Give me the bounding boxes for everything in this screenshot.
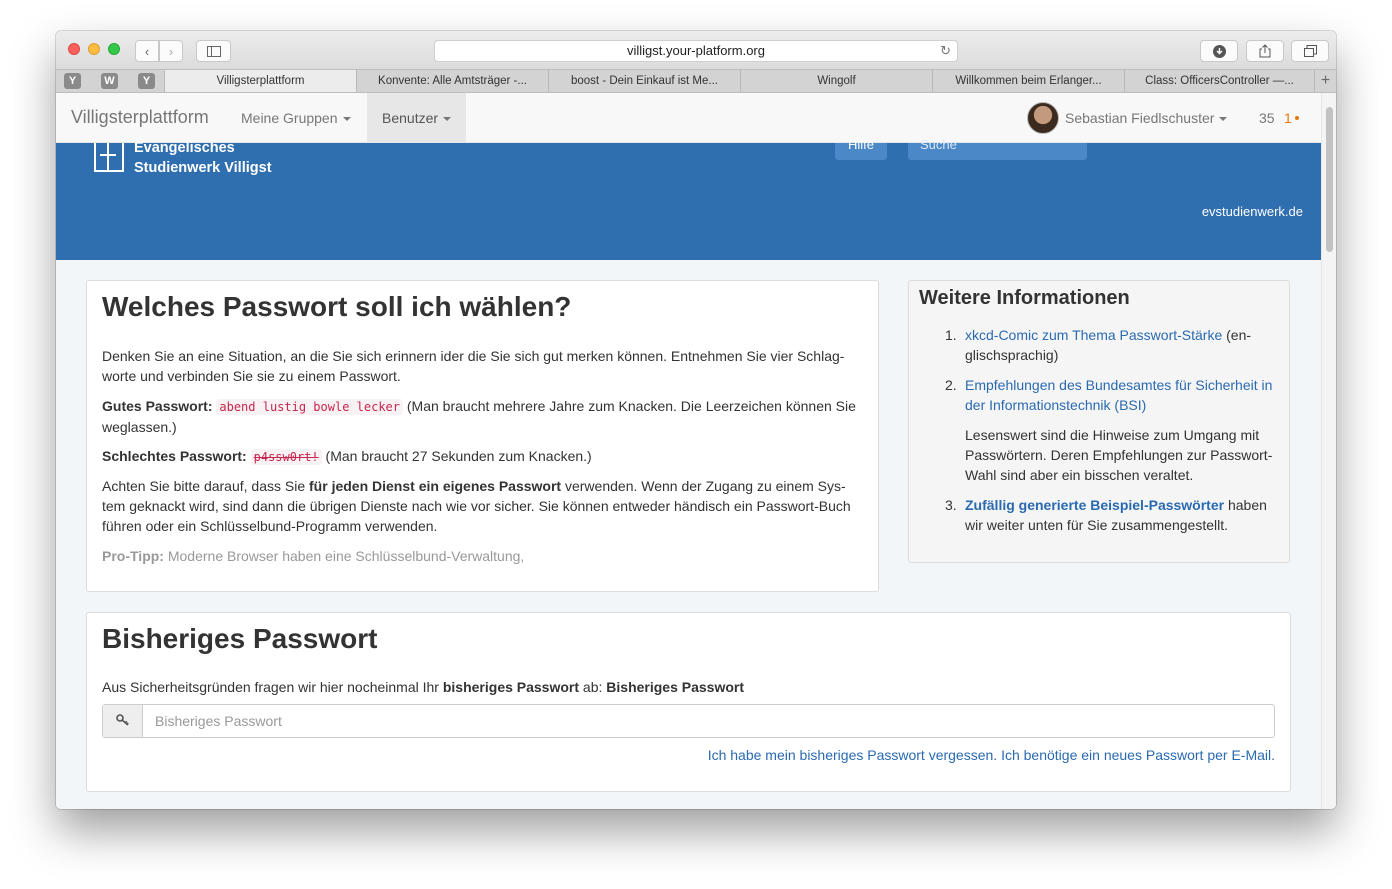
sidebar-toggle-button[interactable] bbox=[196, 40, 231, 62]
zoom-window-button[interactable] bbox=[108, 43, 120, 55]
forgot-password-link[interactable]: Ich habe mein bisheriges Passwort verges… bbox=[708, 747, 1275, 763]
old-password-input-group bbox=[102, 704, 1275, 738]
old-password-field-label: Bisheriges Passwort bbox=[606, 679, 745, 695]
old-password-label-bold: bisheriges Passwort bbox=[442, 679, 580, 695]
tab-konvente[interactable]: Konvente: Alle Amtsträger -... bbox=[356, 70, 548, 92]
top-navbar: Villigsterplattform Meine Gruppen Benutz… bbox=[56, 93, 1321, 143]
old-password-label: Aus Sicherheitsgründen fragen wir hier n… bbox=[102, 679, 744, 695]
list-item: 2. Empfehlungen des Bundesamtes für Sich… bbox=[945, 375, 1283, 485]
main-content: Welches Passwort soll ich wählen? Denken… bbox=[56, 260, 1321, 809]
tab-wingolf[interactable]: Wingolf bbox=[740, 70, 932, 92]
site-logo-text[interactable]: Evangelisches Studienwerk Villigst bbox=[134, 138, 272, 178]
share-icon bbox=[1259, 44, 1271, 58]
tab-overview-button[interactable] bbox=[1291, 40, 1329, 62]
user-menu[interactable]: Sebastian Fiedlschuster bbox=[1065, 93, 1228, 143]
avatar[interactable] bbox=[1027, 102, 1059, 134]
scrollbar-thumb[interactable] bbox=[1326, 107, 1333, 252]
nav-my-groups-label: Meine Gruppen bbox=[241, 110, 338, 126]
old-password-panel: Bisheriges Passwort Aus Sicherheitsgründ… bbox=[86, 612, 1291, 792]
bad-password-label: Schlechtes Passwort: bbox=[102, 448, 247, 464]
xkcd-link[interactable]: xkcd-Comic zum Thema Passwort-Stärke bbox=[965, 327, 1222, 343]
chevron-left-icon: ‹ bbox=[144, 43, 150, 59]
browser-toolbar: ‹ › villigst.your-platform.org ↻ bbox=[56, 31, 1336, 69]
brand-link[interactable]: Villigsterplattform bbox=[71, 107, 209, 128]
bsi-note: Lesenswert sind die Hinweise zum Umgang … bbox=[965, 427, 1273, 483]
logo-line-1: Evangelisches bbox=[134, 140, 235, 156]
pinned-tab-3[interactable]: Y bbox=[138, 73, 155, 89]
key-icon bbox=[103, 705, 143, 737]
more-info-list: 1. xkcd-Comic zum Thema Passwort-Stärke … bbox=[945, 325, 1283, 545]
villigst-logo-icon[interactable] bbox=[94, 143, 124, 172]
share-button[interactable] bbox=[1246, 40, 1284, 62]
page-scrollbar[interactable] bbox=[1321, 93, 1336, 809]
pinned-tab-2[interactable]: W bbox=[101, 73, 118, 89]
old-password-label-mid: ab: bbox=[582, 679, 603, 695]
caret-down-icon bbox=[342, 117, 351, 122]
example-passwords-link[interactable]: Zufällig generierte Beispiel-Passwörter bbox=[965, 497, 1224, 513]
notification-count[interactable]: 35 bbox=[1259, 93, 1275, 143]
user-name: Sebastian Fiedlschuster bbox=[1065, 110, 1215, 126]
caret-down-icon bbox=[1219, 117, 1228, 122]
back-button[interactable]: ‹ bbox=[135, 40, 159, 62]
password-choice-panel: Welches Passwort soll ich wählen? Denken… bbox=[86, 280, 879, 592]
tab-boost[interactable]: boost - Dein Einkauf ist Me... bbox=[548, 70, 740, 92]
tab-villigsterplattform[interactable]: Villigsterplattform bbox=[164, 70, 356, 92]
chevron-right-icon: › bbox=[168, 43, 174, 59]
old-password-input[interactable] bbox=[143, 705, 1273, 737]
pro-tip-text: Pro-Tipp: Moderne Browser haben eine Sch… bbox=[102, 546, 862, 566]
password-choice-title: Welches Passwort soll ich wählen? bbox=[102, 291, 572, 322]
tab-erlanger[interactable]: Willkommen beim Erlanger... bbox=[932, 70, 1124, 92]
search-input[interactable]: Suche bbox=[908, 138, 1087, 160]
close-window-button[interactable] bbox=[68, 43, 80, 55]
old-password-title: Bisheriges Passwort bbox=[102, 623, 378, 654]
downloads-button[interactable] bbox=[1200, 40, 1238, 62]
new-tab-button[interactable]: + bbox=[1314, 70, 1336, 92]
bad-password-text: Schlechtes Passwort: p4ssw0rt! (Man brau… bbox=[102, 446, 862, 467]
good-password-label: Gutes Passwort: bbox=[102, 398, 213, 414]
tabs-icon bbox=[1303, 45, 1317, 57]
caret-down-icon bbox=[443, 117, 452, 122]
notification-dot-icon bbox=[1295, 116, 1299, 120]
old-password-label-pre: Aus Sicherheitsgründen fragen wir hier n… bbox=[102, 679, 439, 695]
page-viewport: Villigsterplattform Meine Gruppen Benutz… bbox=[56, 93, 1336, 809]
good-password-text: Gutes Passwort: abend lustig bowle lecke… bbox=[102, 396, 862, 437]
tab-officers-controller[interactable]: Class: OfficersController —... bbox=[1124, 70, 1314, 92]
pro-tip-label: Pro-Tipp: bbox=[102, 548, 164, 564]
logo-line-2: Studienwerk Villigst bbox=[134, 160, 272, 176]
reload-icon[interactable]: ↻ bbox=[940, 41, 951, 61]
intro-text: Denken Sie an eine Situation, an die Sie… bbox=[102, 348, 845, 384]
bsi-link[interactable]: Empfehlungen des Bundesamtes für Sicherh… bbox=[965, 377, 1272, 413]
url-text: villigst.your-platform.org bbox=[627, 43, 765, 58]
minimize-window-button[interactable] bbox=[88, 43, 100, 55]
more-info-panel: Weitere Informationen 1. xkcd-Comic zum … bbox=[908, 280, 1290, 563]
download-icon bbox=[1212, 44, 1226, 58]
site-header: Evangelisches Studienwerk Villigst Hilfe… bbox=[56, 138, 1321, 260]
pinned-tab-1[interactable]: Y bbox=[64, 73, 81, 89]
advice-pre: Achten Sie bitte darauf, dass Sie bbox=[102, 478, 306, 494]
list-item: 3. Zufällig generierte Beispiel-Passwört… bbox=[945, 495, 1283, 535]
list-number: 2. bbox=[945, 377, 957, 393]
bad-password-note: (Man braucht 27 Sekunden zum Knacken.) bbox=[325, 448, 592, 464]
sidebar-icon bbox=[206, 45, 221, 57]
advice-bold: für jeden Dienst ein eigenes Passwort bbox=[309, 478, 562, 494]
browser-window: ‹ › villigst.your-platform.org ↻ Y W Y V… bbox=[56, 31, 1336, 809]
nav-users-label: Benutzer bbox=[382, 110, 439, 126]
new-notification-count[interactable]: 1 bbox=[1284, 93, 1292, 143]
list-item: 1. xkcd-Comic zum Thema Passwort-Stärke … bbox=[945, 325, 1283, 365]
nav-my-groups[interactable]: Meine Gruppen bbox=[226, 93, 366, 143]
list-number: 1. bbox=[945, 327, 957, 343]
evstudienwerk-link[interactable]: evstudienwerk.de bbox=[1202, 204, 1303, 219]
good-password-example: abend lustig bowle lecker bbox=[216, 399, 403, 415]
advice-text: Achten Sie bitte darauf, dass Sie für je… bbox=[102, 476, 862, 536]
more-info-title: Weitere Informationen bbox=[919, 287, 1130, 309]
forward-button[interactable]: › bbox=[159, 40, 183, 62]
tab-bar: Y W Y Villigsterplattform Konvente: Alle… bbox=[56, 69, 1336, 93]
bad-password-example: p4ssw0rt! bbox=[250, 449, 322, 465]
nav-users[interactable]: Benutzer bbox=[367, 93, 467, 143]
list-number: 3. bbox=[945, 497, 957, 513]
help-button[interactable]: Hilfe bbox=[835, 138, 887, 160]
pro-tip-body: Moderne Browser haben eine Schlüsselbund… bbox=[167, 548, 525, 564]
address-bar[interactable]: villigst.your-platform.org ↻ bbox=[434, 40, 958, 62]
